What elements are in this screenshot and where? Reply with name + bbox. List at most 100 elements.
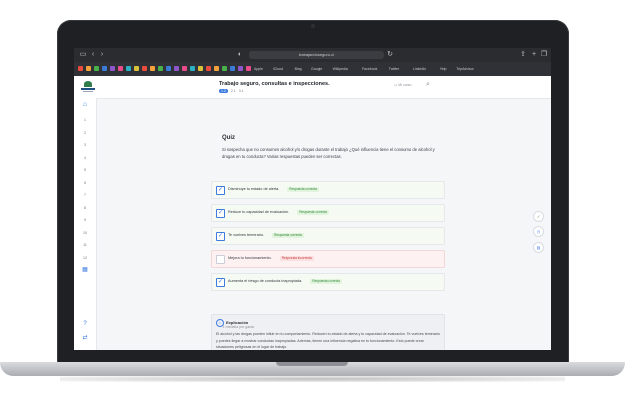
- quiz-question: Si sospecha que no consumes alcohol y/o …: [222, 147, 435, 159]
- bookmark-favicon[interactable]: [118, 66, 123, 71]
- new-tab-icon[interactable]: +: [530, 51, 538, 59]
- option-label: Disminuye tu estado de alerta. Respuesta …: [228, 187, 319, 192]
- lesson-sidebar: ⌂ ? ⇄ 1 2 3 4 5 6 7 8 9 10 11 12 ▦: [74, 98, 97, 350]
- quiz-option[interactable]: ✓ Disminuye tu estado de alerta. Respuesta…: [211, 181, 445, 199]
- check-progress-icon[interactable]: ◷: [533, 226, 544, 237]
- bookmark-favicon[interactable]: [126, 66, 131, 71]
- bookmark-favicon[interactable]: [182, 66, 187, 71]
- bookmark-favicon[interactable]: [246, 66, 251, 71]
- option-checkbox[interactable]: [216, 255, 225, 264]
- calendar-icon[interactable]: ▦: [81, 266, 89, 274]
- bookmark-favicon[interactable]: [166, 66, 171, 71]
- option-label: Te vuelves temerario. Respuesta correcta: [228, 233, 304, 238]
- logo[interactable]: [80, 81, 96, 93]
- course-title: Trabajo seguro, consultas e inspecciones…: [219, 81, 330, 87]
- sidebar-lesson-item[interactable]: 1: [81, 116, 89, 124]
- bookmark-favicon[interactable]: [198, 66, 203, 71]
- sidebar-lesson-item[interactable]: 10: [81, 229, 89, 237]
- bookmark-favicon[interactable]: [78, 66, 83, 71]
- quiz-option[interactable]: ✓ Te vuelves temerario. Respuesta correcta: [211, 227, 445, 245]
- search-icon[interactable]: ⌕: [426, 81, 430, 89]
- bookmark-favicon[interactable]: [230, 66, 235, 71]
- quiz-option[interactable]: ✓ Aumenta el riesgo de conducta inapropia…: [211, 273, 445, 291]
- sidebar-lesson-item[interactable]: 11: [81, 241, 89, 249]
- bookmark-link[interactable]: Bing: [295, 66, 302, 72]
- option-checkbox[interactable]: ✓: [216, 209, 225, 218]
- camera: [311, 24, 315, 28]
- medal-footer: 1 medalla por ganar: [222, 325, 255, 329]
- address-bar[interactable]: trabajandoseguro.cl: [249, 51, 384, 59]
- bookmark-favicon[interactable]: [134, 66, 139, 71]
- option-checkbox[interactable]: ✓: [216, 186, 225, 195]
- sidebar-lesson-item[interactable]: 12: [81, 254, 89, 262]
- bookmark-favicon[interactable]: [110, 66, 115, 71]
- tabs-overview-icon[interactable]: ❐: [540, 51, 548, 59]
- bookmark-link[interactable]: Apple: [254, 66, 263, 72]
- sidebar-lesson-item[interactable]: 9: [81, 216, 89, 224]
- option-text: Aumenta el riesgo de conducta inapropiad…: [228, 279, 303, 283]
- my-course-link[interactable]: ▭ Mi curso: [394, 83, 412, 87]
- bookmark-favicon[interactable]: [190, 66, 195, 71]
- bookmark-favicon[interactable]: [158, 66, 163, 71]
- forward-icon[interactable]: ›: [98, 51, 106, 59]
- course-app: Trabajo seguro, consultas e inspecciones…: [74, 76, 551, 350]
- crumb-current[interactable]: 1.2: [219, 89, 228, 93]
- laptop-shadow: [60, 376, 565, 382]
- shield-icon: ◐: [237, 51, 243, 58]
- quiz-option[interactable]: ✓ Reduce tu capacidad de evaluación. Respu…: [211, 204, 445, 222]
- bookmark-link[interactable]: Wikipedia: [333, 66, 348, 72]
- laptop-screen: ▭ ‹ › ◐ trabajandoseguro.cl ↻ ⇪ + ❐ Appl…: [74, 48, 551, 350]
- sidebar-lesson-item[interactable]: 3: [81, 141, 89, 149]
- quiz-heading: Quiz: [222, 135, 235, 141]
- bookmark-link[interactable]: Facebook: [362, 66, 377, 72]
- back-icon[interactable]: ‹: [89, 51, 97, 59]
- option-checkbox[interactable]: ✓: [216, 278, 225, 287]
- bookmark-favicon[interactable]: [222, 66, 227, 71]
- bookmark-favicon[interactable]: [150, 66, 155, 71]
- notes-icon[interactable]: ▤: [533, 242, 544, 253]
- explanation-text: El alcohol y las drogas pueden influir e…: [216, 332, 440, 349]
- sidebar-toggle-icon[interactable]: ▭: [79, 51, 87, 59]
- bookmark-link[interactable]: LinkedIn: [413, 66, 426, 72]
- bookmark-link[interactable]: Twitter: [389, 66, 399, 72]
- answer-status-badge: Respuesta correcta: [272, 233, 304, 238]
- crumb[interactable]: 3.1: [239, 89, 244, 93]
- crumb[interactable]: 2.1: [231, 89, 236, 93]
- bookmark-favicon[interactable]: [142, 66, 147, 71]
- bookmark-favicon[interactable]: [206, 66, 211, 71]
- swap-icon[interactable]: ⇄: [81, 334, 89, 342]
- answer-status-badge: Respuesta correcta: [297, 210, 329, 215]
- option-text: Reduce tu capacidad de evaluación.: [228, 210, 290, 214]
- answer-status-badge: Respuesta correcta: [287, 187, 319, 192]
- sidebar-lesson-item[interactable]: 7: [81, 191, 89, 199]
- share-icon[interactable]: ⇪: [519, 51, 527, 59]
- bookmark-link[interactable]: TripAdvisor: [456, 66, 474, 72]
- bookmark-favicon[interactable]: [86, 66, 91, 71]
- sidebar-lesson-item[interactable]: 8: [81, 204, 89, 212]
- home-icon[interactable]: ⌂: [81, 101, 89, 109]
- answer-status-badge: Respuesta correcta: [310, 279, 342, 284]
- bookmark-favicon[interactable]: [238, 66, 243, 71]
- bookmark-favicon[interactable]: [174, 66, 179, 71]
- bookmark-link[interactable]: Yelp: [440, 66, 447, 72]
- lesson-breadcrumb: 1.2 2.1 3.1: [219, 89, 244, 93]
- bookmark-favicon[interactable]: [214, 66, 219, 71]
- my-course-label: Mi curso: [398, 83, 412, 87]
- quiz-option[interactable]: Mejora tu funcionamiento. Respuesta incor…: [211, 250, 445, 268]
- sidebar-lesson-item[interactable]: 6: [81, 179, 89, 187]
- sidebar-lesson-item[interactable]: 5: [81, 166, 89, 174]
- bookmark-favicon[interactable]: [102, 66, 107, 71]
- bookmark-link[interactable]: iCloud: [273, 66, 283, 72]
- option-text: Disminuye tu estado de alerta.: [228, 187, 280, 191]
- sidebar-lesson-item[interactable]: 2: [81, 129, 89, 137]
- option-label: Reduce tu capacidad de evaluación. Respue…: [228, 210, 329, 215]
- bookmark-link[interactable]: Google: [311, 66, 322, 72]
- progress-badge-icon[interactable]: ✓: [533, 211, 544, 222]
- app-header: Trabajo seguro, consultas e inspecciones…: [74, 76, 551, 99]
- option-checkbox[interactable]: ✓: [216, 232, 225, 241]
- reload-icon[interactable]: ↻: [386, 51, 394, 59]
- sidebar-lesson-item[interactable]: 4: [81, 154, 89, 162]
- bookmark-favicon[interactable]: [94, 66, 99, 71]
- bookmarks-bar: Apple iCloud Bing Google Wikipedia Facebook Tw…: [74, 62, 551, 76]
- option-label: Mejora tu funcionamiento. Respuesta incor…: [228, 256, 314, 261]
